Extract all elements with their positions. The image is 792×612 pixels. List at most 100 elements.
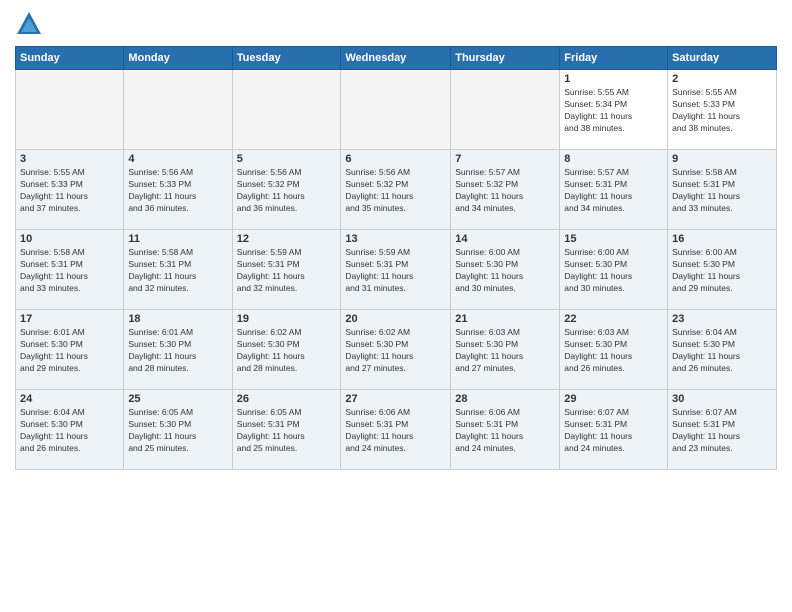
calendar-cell: 3Sunrise: 5:55 AM Sunset: 5:33 PM Daylig… xyxy=(16,150,124,230)
calendar-cell: 2 Sunrise: 5:55 AM Sunset: 5:33 PM Daylig… xyxy=(668,70,777,150)
calendar-cell: 23 Sunrise: 6:04 AM Sunset: 5:30 PM Dayli… xyxy=(668,310,777,390)
calendar-week-5: 24 Sunrise: 6:04 AM Sunset: 5:30 PM Dayli… xyxy=(16,390,777,470)
day-number: 20 xyxy=(345,313,446,325)
calendar-cell xyxy=(124,70,232,150)
calendar-cell xyxy=(451,70,560,150)
day-info: Sunrise: 6:06 AM Sunset: 5:31 PM Dayligh… xyxy=(345,407,446,455)
calendar-cell: 28Sunrise: 6:06 AM Sunset: 5:31 PM Dayli… xyxy=(451,390,560,470)
day-number: 12 xyxy=(237,233,337,245)
day-number: 21 xyxy=(455,313,555,325)
day-info: Sunrise: 6:05 AM Sunset: 5:31 PM Dayligh… xyxy=(237,407,337,455)
day-number: 10 xyxy=(20,233,119,245)
day-number: 2 xyxy=(672,73,772,85)
day-info: Sunrise: 5:58 AM Sunset: 5:31 PM Dayligh… xyxy=(128,247,227,295)
day-number: 16 xyxy=(672,233,772,245)
calendar-cell: 7 Sunrise: 5:57 AM Sunset: 5:32 PM Daylig… xyxy=(451,150,560,230)
day-number: 30 xyxy=(672,393,772,405)
day-info: Sunrise: 6:00 AM Sunset: 5:30 PM Dayligh… xyxy=(672,247,772,295)
day-info: Sunrise: 5:56 AM Sunset: 5:33 PM Dayligh… xyxy=(128,167,227,215)
day-info: Sunrise: 6:04 AM Sunset: 5:30 PM Dayligh… xyxy=(672,327,772,375)
day-number: 14 xyxy=(455,233,555,245)
day-info: Sunrise: 5:58 AM Sunset: 5:31 PM Dayligh… xyxy=(672,167,772,215)
calendar-cell: 17 Sunrise: 6:01 AM Sunset: 5:30 PM Dayli… xyxy=(16,310,124,390)
day-number: 22 xyxy=(564,313,663,325)
calendar-cell: 5 Sunrise: 5:56 AM Sunset: 5:32 PM Daylig… xyxy=(232,150,341,230)
day-number: 11 xyxy=(128,233,227,245)
calendar-cell: 19 Sunrise: 6:02 AM Sunset: 5:30 PM Dayli… xyxy=(232,310,341,390)
day-number: 13 xyxy=(345,233,446,245)
calendar-week-2: 3Sunrise: 5:55 AM Sunset: 5:33 PM Daylig… xyxy=(16,150,777,230)
day-info: Sunrise: 6:00 AM Sunset: 5:30 PM Dayligh… xyxy=(564,247,663,295)
calendar-cell: 18Sunrise: 6:01 AM Sunset: 5:30 PM Dayli… xyxy=(124,310,232,390)
weekday-header-tuesday: Tuesday xyxy=(232,47,341,70)
day-info: Sunrise: 6:03 AM Sunset: 5:30 PM Dayligh… xyxy=(455,327,555,375)
day-number: 27 xyxy=(345,393,446,405)
day-number: 19 xyxy=(237,313,337,325)
calendar-cell: 21 Sunrise: 6:03 AM Sunset: 5:30 PM Dayli… xyxy=(451,310,560,390)
day-number: 4 xyxy=(128,153,227,165)
day-info: Sunrise: 6:07 AM Sunset: 5:31 PM Dayligh… xyxy=(564,407,663,455)
day-number: 6 xyxy=(345,153,446,165)
calendar-cell: 4 Sunrise: 5:56 AM Sunset: 5:33 PM Daylig… xyxy=(124,150,232,230)
weekday-header-row: SundayMondayTuesdayWednesdayThursdayFrid… xyxy=(16,47,777,70)
day-number: 1 xyxy=(564,73,663,85)
day-number: 24 xyxy=(20,393,119,405)
day-info: Sunrise: 6:07 AM Sunset: 5:31 PM Dayligh… xyxy=(672,407,772,455)
day-info: Sunrise: 5:56 AM Sunset: 5:32 PM Dayligh… xyxy=(237,167,337,215)
day-info: Sunrise: 5:59 AM Sunset: 5:31 PM Dayligh… xyxy=(345,247,446,295)
day-info: Sunrise: 6:03 AM Sunset: 5:30 PM Dayligh… xyxy=(564,327,663,375)
day-info: Sunrise: 6:05 AM Sunset: 5:30 PM Dayligh… xyxy=(128,407,227,455)
weekday-header-saturday: Saturday xyxy=(668,47,777,70)
day-info: Sunrise: 6:02 AM Sunset: 5:30 PM Dayligh… xyxy=(237,327,337,375)
calendar-cell xyxy=(16,70,124,150)
header xyxy=(15,10,777,38)
page: SundayMondayTuesdayWednesdayThursdayFrid… xyxy=(0,0,792,612)
day-number: 7 xyxy=(455,153,555,165)
calendar-week-1: 1Sunrise: 5:55 AM Sunset: 5:34 PM Daylig… xyxy=(16,70,777,150)
calendar-cell: 30 Sunrise: 6:07 AM Sunset: 5:31 PM Dayli… xyxy=(668,390,777,470)
day-number: 5 xyxy=(237,153,337,165)
day-info: Sunrise: 5:57 AM Sunset: 5:31 PM Dayligh… xyxy=(564,167,663,215)
calendar-cell: 22 Sunrise: 6:03 AM Sunset: 5:30 PM Dayli… xyxy=(560,310,668,390)
day-number: 26 xyxy=(237,393,337,405)
day-number: 23 xyxy=(672,313,772,325)
day-number: 29 xyxy=(564,393,663,405)
weekday-header-sunday: Sunday xyxy=(16,47,124,70)
calendar-cell: 20 Sunrise: 6:02 AM Sunset: 5:30 PM Dayli… xyxy=(341,310,451,390)
day-info: Sunrise: 6:04 AM Sunset: 5:30 PM Dayligh… xyxy=(20,407,119,455)
calendar-cell: 27 Sunrise: 6:06 AM Sunset: 5:31 PM Dayli… xyxy=(341,390,451,470)
logo xyxy=(15,10,47,38)
day-info: Sunrise: 6:02 AM Sunset: 5:30 PM Dayligh… xyxy=(345,327,446,375)
day-number: 8 xyxy=(564,153,663,165)
calendar-cell: 16 Sunrise: 6:00 AM Sunset: 5:30 PM Dayli… xyxy=(668,230,777,310)
calendar-cell: 10 Sunrise: 5:58 AM Sunset: 5:31 PM Dayli… xyxy=(16,230,124,310)
day-number: 15 xyxy=(564,233,663,245)
calendar-cell: 8 Sunrise: 5:57 AM Sunset: 5:31 PM Daylig… xyxy=(560,150,668,230)
day-number: 25 xyxy=(128,393,227,405)
day-info: Sunrise: 6:01 AM Sunset: 5:30 PM Dayligh… xyxy=(128,327,227,375)
day-number: 3 xyxy=(20,153,119,165)
day-info: Sunrise: 6:06 AM Sunset: 5:31 PM Dayligh… xyxy=(455,407,555,455)
calendar-cell: 14 Sunrise: 6:00 AM Sunset: 5:30 PM Dayli… xyxy=(451,230,560,310)
calendar-cell: 26 Sunrise: 6:05 AM Sunset: 5:31 PM Dayli… xyxy=(232,390,341,470)
day-info: Sunrise: 5:55 AM Sunset: 5:33 PM Dayligh… xyxy=(672,87,772,135)
day-info: Sunrise: 5:59 AM Sunset: 5:31 PM Dayligh… xyxy=(237,247,337,295)
calendar-week-4: 17 Sunrise: 6:01 AM Sunset: 5:30 PM Dayli… xyxy=(16,310,777,390)
day-info: Sunrise: 6:00 AM Sunset: 5:30 PM Dayligh… xyxy=(455,247,555,295)
calendar-week-3: 10 Sunrise: 5:58 AM Sunset: 5:31 PM Dayli… xyxy=(16,230,777,310)
day-info: Sunrise: 5:58 AM Sunset: 5:31 PM Dayligh… xyxy=(20,247,119,295)
weekday-header-wednesday: Wednesday xyxy=(341,47,451,70)
day-number: 9 xyxy=(672,153,772,165)
calendar-cell: 13 Sunrise: 5:59 AM Sunset: 5:31 PM Dayli… xyxy=(341,230,451,310)
calendar-cell: 15 Sunrise: 6:00 AM Sunset: 5:30 PM Dayli… xyxy=(560,230,668,310)
weekday-header-monday: Monday xyxy=(124,47,232,70)
calendar-cell: 25 Sunrise: 6:05 AM Sunset: 5:30 PM Dayli… xyxy=(124,390,232,470)
calendar-cell: 1Sunrise: 5:55 AM Sunset: 5:34 PM Daylig… xyxy=(560,70,668,150)
calendar-cell xyxy=(232,70,341,150)
day-number: 17 xyxy=(20,313,119,325)
weekday-header-thursday: Thursday xyxy=(451,47,560,70)
day-info: Sunrise: 6:01 AM Sunset: 5:30 PM Dayligh… xyxy=(20,327,119,375)
weekday-header-friday: Friday xyxy=(560,47,668,70)
day-info: Sunrise: 5:57 AM Sunset: 5:32 PM Dayligh… xyxy=(455,167,555,215)
calendar-cell: 12 Sunrise: 5:59 AM Sunset: 5:31 PM Dayli… xyxy=(232,230,341,310)
